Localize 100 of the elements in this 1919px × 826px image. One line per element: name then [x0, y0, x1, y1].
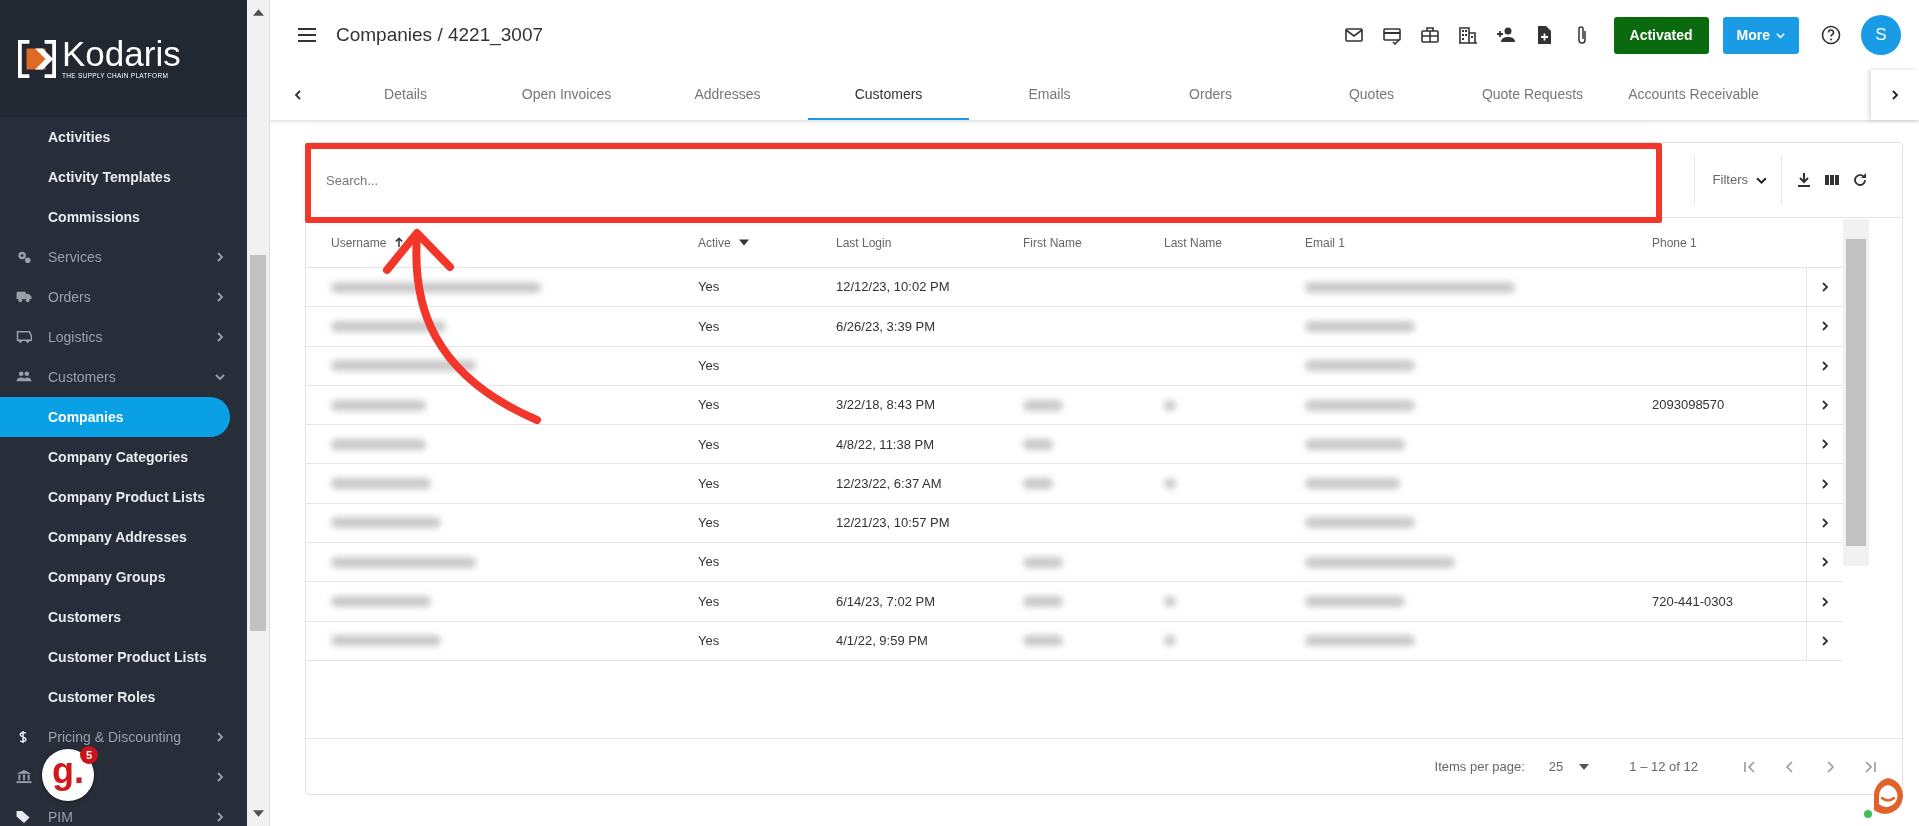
redacted-text	[1023, 478, 1053, 490]
chevron-right-icon[interactable]	[215, 772, 225, 782]
card-check-icon[interactable]	[1381, 25, 1402, 45]
redacted-text	[1164, 399, 1176, 411]
filters-button[interactable]: Filters	[1693, 156, 1782, 204]
tag-icon	[16, 810, 32, 824]
tab[interactable]: Orders	[1130, 70, 1291, 120]
briefcase-icon[interactable]	[1419, 25, 1440, 45]
scrollbar[interactable]	[247, 0, 270, 826]
menu-icon[interactable]	[298, 28, 316, 42]
table-cell-text: Yes	[698, 514, 720, 533]
scrollbar-thumb[interactable]	[250, 255, 266, 631]
tab[interactable]: Emails	[969, 70, 1130, 120]
column-header[interactable]: Email 1	[1305, 233, 1345, 252]
sidebar-item[interactable]: Logistics	[48, 326, 103, 348]
sidebar-item[interactable]: Customer Roles	[0, 677, 230, 717]
table-cell-text: 12/23/22, 6:37 AM	[836, 474, 942, 493]
tab[interactable]: Details	[325, 70, 486, 120]
column-header[interactable]: First Name	[1023, 233, 1082, 252]
sidebar-item[interactable]: Customers	[48, 366, 116, 388]
sidebar-item[interactable]: Customer Product Lists	[0, 637, 230, 677]
chevron-right-icon	[1820, 282, 1830, 293]
table-cell-text: Yes	[698, 592, 720, 611]
help-icon[interactable]	[1821, 25, 1841, 45]
tab[interactable]: Customers	[808, 70, 969, 120]
search-field[interactable]: Search...	[306, 143, 1694, 217]
chevron-right-icon	[1820, 478, 1830, 489]
chevron-right-icon	[1820, 557, 1830, 568]
table-cell-text: 3/22/18, 8:43 PM	[836, 396, 935, 415]
chevron-right-icon[interactable]	[215, 812, 225, 822]
chevron-right-icon[interactable]	[215, 332, 225, 342]
column-header[interactable]: Last Name	[1164, 233, 1223, 252]
column-header[interactable]: Phone 1	[1652, 233, 1697, 252]
sidebar-item[interactable]: Company Categories	[0, 437, 230, 477]
table-cell-text: Yes	[698, 357, 720, 375]
tab[interactable]: Quotes	[1291, 70, 1452, 120]
sidebar-item[interactable]: PIM	[48, 806, 73, 826]
column-header[interactable]: Username	[331, 233, 387, 252]
sidebar-item[interactable]: Commissions	[0, 197, 230, 237]
mail-icon[interactable]	[1343, 25, 1364, 45]
redacted-text	[1164, 635, 1176, 647]
items-per-page-label: Items per page:	[1434, 757, 1525, 776]
sidebar-item[interactable]: Company Product Lists	[0, 477, 230, 517]
gears-icon	[16, 250, 32, 264]
chevron-right-icon	[1890, 90, 1900, 100]
sidebar-item[interactable]: Orders	[48, 286, 91, 308]
first-page-icon[interactable]	[1742, 758, 1758, 775]
building-icon[interactable]	[1457, 25, 1478, 45]
page-title: Companies / 4221_3007	[336, 22, 544, 48]
last-page-icon[interactable]	[1862, 758, 1878, 775]
chevron-right-icon	[1820, 439, 1830, 450]
table-cell-text: Yes	[698, 317, 720, 336]
column-header[interactable]: Last Login	[836, 233, 892, 252]
sort-up-icon[interactable]	[394, 237, 405, 248]
sidebar-item[interactable]: Activity Templates	[0, 157, 230, 197]
sidebar-item[interactable]: Services	[48, 246, 102, 268]
bank-icon	[16, 770, 32, 784]
chevron-right-icon	[1820, 517, 1830, 528]
refresh-icon[interactable]	[1851, 171, 1869, 189]
more-button[interactable]: More	[1722, 16, 1799, 54]
caret-icon	[1579, 763, 1590, 770]
person-add-icon[interactable]	[1495, 25, 1516, 45]
page-size-select[interactable]: 25	[1548, 756, 1590, 777]
sidebar-item[interactable]: Company Groups	[0, 557, 230, 597]
table-cell-text: 6/26/23, 3:39 PM	[836, 317, 935, 336]
scroll-up-icon[interactable]	[253, 9, 264, 16]
chevron-left-icon	[292, 90, 303, 100]
page-size-value: 25	[1548, 757, 1564, 776]
scroll-down-icon[interactable]	[253, 810, 264, 817]
activated-button[interactable]: Activated	[1613, 16, 1709, 54]
chevron-right-icon[interactable]	[215, 292, 225, 302]
sidebar-item[interactable]: Activities	[0, 117, 230, 157]
logo-icon	[18, 39, 56, 78]
tab[interactable]: Accounts Receivable	[1613, 70, 1774, 120]
page-range: 1 – 12 of 12	[1629, 757, 1698, 776]
table-cell-text: Yes	[698, 435, 720, 454]
table-cell-text: 12/12/23, 10:02 PM	[836, 278, 950, 297]
redacted-text	[1023, 596, 1063, 607]
chevron-down-icon[interactable]	[215, 372, 225, 382]
sidebar-item[interactable]: Customers	[0, 597, 230, 637]
chevron-right-icon[interactable]	[215, 252, 225, 262]
tab[interactable]: Quote Requests	[1452, 70, 1613, 120]
table-scrollbar[interactable]	[1843, 219, 1869, 566]
scrollbar-thumb[interactable]	[1846, 239, 1866, 546]
chevron-right-icon	[1820, 400, 1830, 411]
chevron-right-icon[interactable]	[215, 732, 225, 742]
tab[interactable]: Addresses	[647, 70, 808, 120]
column-header[interactable]: Active	[698, 233, 731, 252]
chevron-right-icon	[1820, 321, 1830, 332]
sidebar-item[interactable]: Company Addresses	[0, 517, 230, 557]
caret-icon	[1776, 30, 1785, 40]
sidebar-item[interactable]: Pricing & Discounting	[48, 726, 182, 748]
download-icon[interactable]	[1795, 171, 1813, 189]
table-cell-text: Yes	[698, 632, 720, 651]
caret-icon[interactable]	[738, 237, 749, 248]
tab[interactable]: Open Invoices	[486, 70, 647, 120]
table-cell-text: 720-441-0303	[1652, 592, 1733, 611]
avatar[interactable]: S	[1861, 15, 1901, 55]
redacted-text	[1023, 635, 1063, 647]
van-icon	[16, 330, 32, 344]
